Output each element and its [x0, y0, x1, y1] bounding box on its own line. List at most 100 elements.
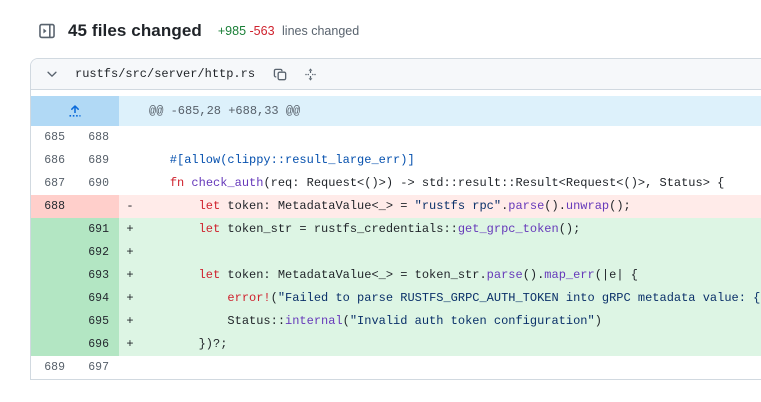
old-line-number[interactable]: 686: [31, 149, 75, 172]
code-line: #[allow(clippy::result_large_err)]: [141, 149, 761, 172]
lines-changed-label: lines changed: [282, 24, 360, 38]
new-line-number[interactable]: 689: [75, 149, 119, 172]
expand-hunk-button[interactable]: [31, 96, 119, 126]
old-line-number[interactable]: 685: [31, 126, 75, 149]
old-line-number[interactable]: [31, 264, 75, 287]
code-token: (: [342, 314, 350, 328]
diff-row: 691 + let token_str = rustfs_credentials:…: [31, 218, 761, 241]
diff-marker: [119, 356, 141, 379]
code-token: ().: [522, 268, 545, 282]
new-line-number[interactable]: 690: [75, 172, 119, 195]
copy-path-button[interactable]: [269, 63, 291, 85]
diff-row: 696 + })?;: [31, 333, 761, 356]
diff-row: 692 +: [31, 241, 761, 264]
diff-row: 685 688: [31, 126, 761, 149]
code-line: })?;: [141, 333, 761, 356]
code-token: fn: [169, 176, 185, 190]
code-token: ();: [558, 222, 581, 236]
old-line-number[interactable]: [31, 241, 75, 264]
diff-marker: +: [119, 310, 141, 333]
old-line-number[interactable]: [31, 310, 75, 333]
file-path-link[interactable]: rustfs/src/server/http.rs: [75, 67, 255, 81]
diff-row: 694 + error!("Failed to parse RUSTFS_GRPC…: [31, 287, 761, 310]
code-line: fn check_auth(req: Request<()>) -> std::…: [141, 172, 761, 195]
diff-marker: +: [119, 287, 141, 310]
old-line-number[interactable]: [31, 287, 75, 310]
collapse-file-button[interactable]: [41, 63, 63, 85]
copy-icon: [273, 68, 286, 80]
diff-marker: [119, 149, 141, 172]
old-line-number[interactable]: 687: [31, 172, 75, 195]
diff-rows: 685 688 686 689 #[allow(clippy::result_larg…: [31, 126, 761, 379]
new-line-number[interactable]: 696: [75, 333, 119, 356]
chevron-down-icon: [47, 71, 57, 77]
new-line-number[interactable]: 693: [75, 264, 119, 287]
code-token: (req: Request<()>) -> std::result::Resul…: [263, 176, 725, 190]
diff-body: @@ -685,28 +688,33 @@ 685 688 686 689 #[all…: [31, 90, 761, 379]
code-token: let: [198, 268, 221, 282]
new-line-number[interactable]: 697: [75, 356, 119, 379]
code-line: error!("Failed to parse RUSTFS_GRPC_AUTH…: [141, 287, 761, 310]
code-token: parse: [508, 199, 545, 213]
code-token: error!: [227, 291, 271, 305]
diff-row: 687 690 fn check_auth(req: Request<()>) -…: [31, 172, 761, 195]
code-line: let token: MetadataValue<_> = "rustfs rp…: [141, 195, 761, 218]
new-line-number[interactable]: 692: [75, 241, 119, 264]
old-line-number[interactable]: 688: [31, 195, 75, 218]
new-line-number[interactable]: 695: [75, 310, 119, 333]
code-token: "Failed to parse RUSTFS_GRPC_AUTH_TOKEN …: [277, 291, 761, 305]
new-line-number[interactable]: 688: [75, 126, 119, 149]
code-token: check_auth: [191, 176, 264, 190]
code-token: token: MetadataValue<_> =: [220, 199, 415, 213]
code-token: let: [198, 222, 221, 236]
file-diff-panel: rustfs/src/server/http.rs @@ -685,28 +68…: [30, 58, 761, 380]
diff-marker: +: [119, 218, 141, 241]
code-token: internal: [285, 314, 343, 328]
files-changed-title: 45 files changed: [68, 21, 202, 40]
sidebar-expand-icon: [39, 23, 55, 39]
code-token: })?;: [141, 337, 228, 351]
code-token: Status::: [141, 314, 286, 328]
code-token: (|e| {: [594, 268, 638, 282]
code-line: Status::internal("Invalid auth token con…: [141, 310, 761, 333]
diff-marker: [119, 172, 141, 195]
deletions-count: -563: [249, 24, 275, 38]
code-line: [141, 241, 761, 264]
code-token: map_err: [544, 268, 595, 282]
new-line-number[interactable]: 691: [75, 218, 119, 241]
code-token: parse: [486, 268, 523, 282]
file-diff-header: rustfs/src/server/http.rs: [31, 59, 761, 90]
new-line-number[interactable]: [75, 195, 119, 218]
code-token: unwrap: [565, 199, 610, 213]
diff-marker: -: [119, 195, 141, 218]
expand-up-icon: [69, 105, 81, 117]
code-token: (: [270, 291, 278, 305]
diff-marker: +: [119, 241, 141, 264]
old-line-number[interactable]: [31, 333, 75, 356]
hunk-header-row: @@ -685,28 +688,33 @@: [31, 96, 761, 126]
old-line-number[interactable]: [31, 218, 75, 241]
hunk-header-text: @@ -685,28 +688,33 @@: [119, 96, 761, 126]
old-line-number[interactable]: 689: [31, 356, 75, 379]
diff-marker: +: [119, 333, 141, 356]
code-token: "Invalid auth token configuration": [349, 314, 595, 328]
code-token: ().: [544, 199, 566, 213]
lines-changed-stats: +985 -563 lines changed: [218, 24, 359, 38]
diff-row: 686 689 #[allow(clippy::result_large_err)…: [31, 149, 761, 172]
drag-reorder-button[interactable]: [299, 63, 321, 85]
new-line-number[interactable]: 694: [75, 287, 119, 310]
code-token: ): [594, 314, 602, 328]
code-token: token_str = rustfs_credentials::: [220, 222, 458, 236]
code-token: token: MetadataValue<_> = token_str.: [220, 268, 487, 282]
file-tree-toggle-button[interactable]: [36, 20, 58, 42]
additions-count: +985: [217, 24, 247, 38]
diff-marker: +: [119, 264, 141, 287]
diff-row: 693 + let token: MetadataValue<_> = token…: [31, 264, 761, 287]
code-token: let: [198, 199, 221, 213]
code-token: get_grpc_token: [457, 222, 559, 236]
